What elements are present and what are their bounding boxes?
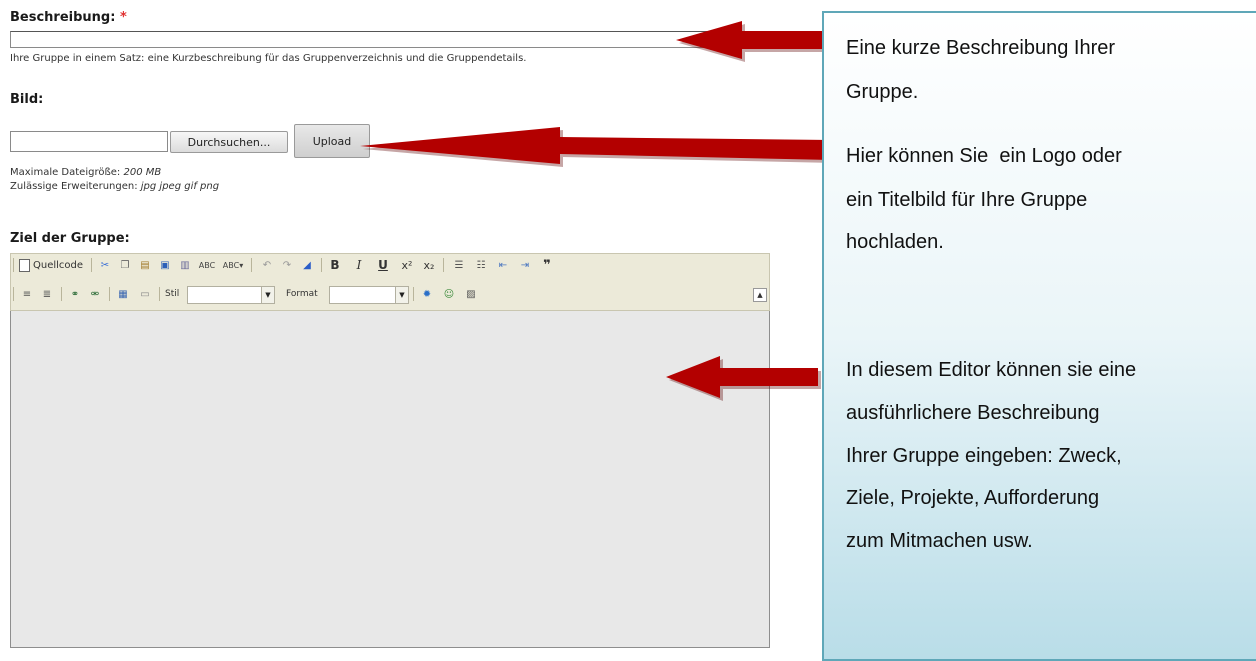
callout-1-line-1: Eine kurze Beschreibung Ihrer bbox=[846, 37, 1116, 59]
callout-3-line-2: ausführlichere Beschreibung bbox=[846, 402, 1100, 424]
callout-box bbox=[822, 11, 1256, 661]
arrow-to-description bbox=[676, 21, 835, 62]
arrow-to-upload bbox=[360, 127, 835, 167]
callout-3-line-4: Ziele, Projekte, Aufforderung bbox=[846, 487, 1100, 509]
callout-2-line-2: ein Titelbild für Ihre Gruppe bbox=[846, 189, 1088, 211]
arrow-to-editor bbox=[666, 356, 821, 401]
callout-2-line-3: hochladen. bbox=[846, 231, 944, 253]
callout-3-line-1: In diesem Editor können sie eine bbox=[846, 359, 1137, 381]
callout-1-line-2: Gruppe. bbox=[846, 81, 919, 103]
callout-3-line-3: Ihrer Gruppe eingeben: Zweck, bbox=[846, 445, 1122, 467]
callout-2-line-1: Hier können Sie ein Logo oder bbox=[846, 145, 1122, 167]
callout-3-line-5: zum Mitmachen usw. bbox=[846, 530, 1033, 552]
